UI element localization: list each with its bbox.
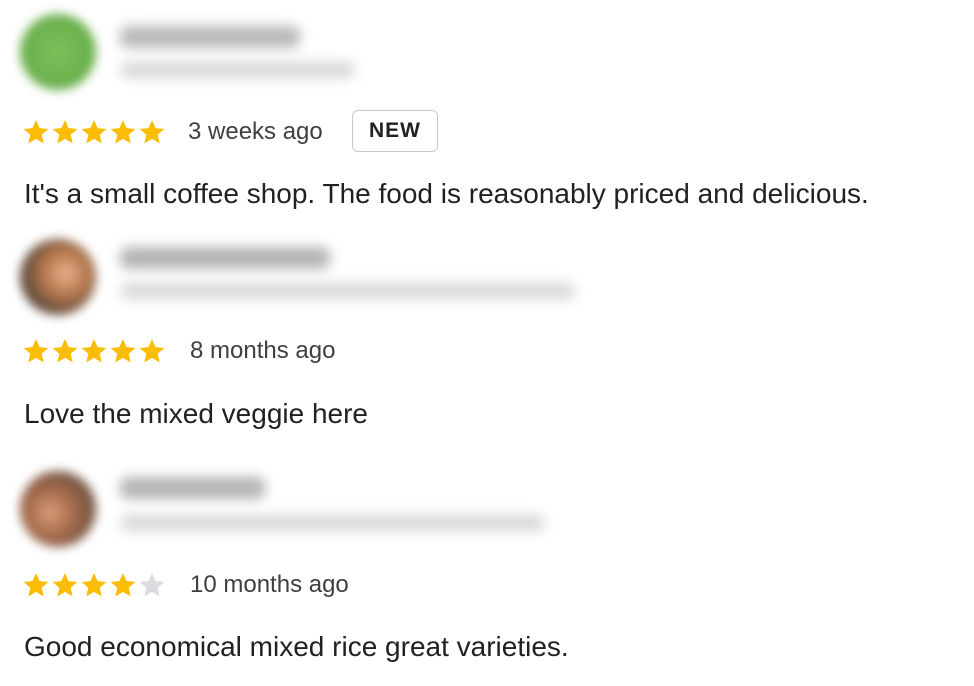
star-filled-icon: [51, 571, 80, 599]
review-time: 8 months ago: [190, 337, 336, 364]
review-text: Love the mixed veggie here: [24, 398, 368, 429]
star-empty-icon: [138, 571, 167, 599]
star-filled-icon: [51, 337, 80, 365]
star-filled-icon: [80, 337, 109, 365]
star-filled-icon: [109, 118, 138, 146]
star-filled-icon: [80, 118, 109, 146]
star-filled-icon: [109, 337, 138, 365]
star-filled-icon: [109, 571, 138, 599]
star-filled-icon: [138, 337, 167, 365]
reviewer-name-blurred[interactable]: [120, 477, 265, 499]
star-rating: [22, 337, 167, 365]
reviewer-avatar[interactable]: [20, 471, 96, 547]
review-text: It's a small coffee shop. The food is re…: [24, 178, 869, 209]
star-rating: [22, 571, 167, 599]
star-filled-icon: [22, 118, 51, 146]
reviewer-avatar[interactable]: [20, 14, 96, 90]
review-card: 8 months ago Love the mixed veggie here: [0, 225, 974, 450]
reviewer-meta-blurred: [120, 515, 545, 531]
reviewer-meta-blurred: [120, 62, 355, 78]
star-filled-icon: [22, 337, 51, 365]
review-time: 3 weeks ago: [188, 118, 323, 145]
star-filled-icon: [138, 118, 167, 146]
reviewer-name-blurred[interactable]: [120, 26, 300, 48]
review-time: 10 months ago: [190, 571, 349, 598]
star-filled-icon: [51, 118, 80, 146]
review-card: 10 months ago Good economical mixed rice…: [0, 455, 974, 686]
review-card: 3 weeks ago NEW It's a small coffee shop…: [0, 0, 974, 225]
review-text: Good economical mixed rice great varieti…: [24, 631, 569, 662]
new-badge: NEW: [352, 110, 438, 152]
star-rating: [22, 118, 167, 146]
reviewer-meta-blurred: [120, 283, 575, 299]
star-filled-icon: [80, 571, 109, 599]
reviewer-name-blurred[interactable]: [120, 247, 330, 269]
reviewer-avatar[interactable]: [20, 239, 96, 315]
star-filled-icon: [22, 571, 51, 599]
